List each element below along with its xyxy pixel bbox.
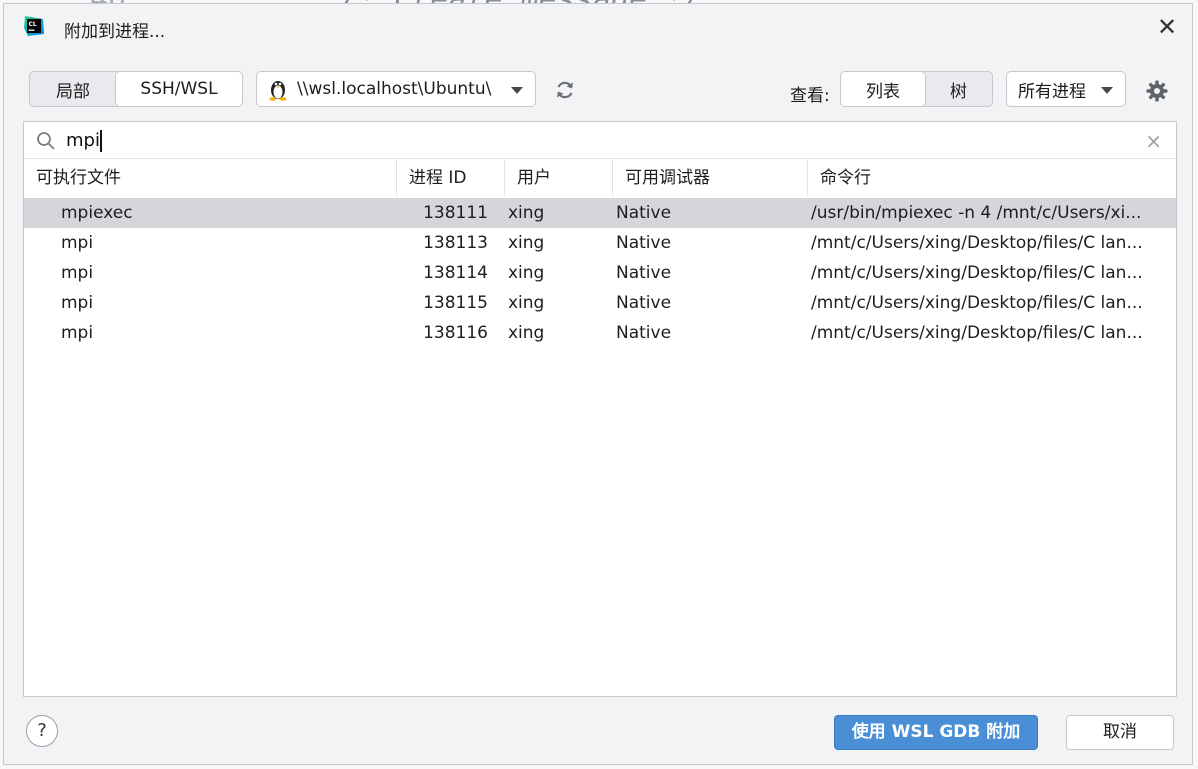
cell-command-line: /mnt/c/Users/xing/Desktop/files/C lan... (811, 263, 1143, 283)
cell-pid: 138114 (423, 263, 488, 283)
source-option-local[interactable]: 局部 (30, 72, 116, 106)
view-option-tree[interactable]: 树 (925, 72, 992, 106)
process-panel: × 可执行文件 进程 ID 用户 可用调试器 命令行 mpiexec 138111… (23, 121, 1177, 697)
table-row[interactable]: mpi 138113 xing Native/mnt/c/Users/xing/Des… (24, 228, 1176, 258)
table-header: 可执行文件 进程 ID 用户 可用调试器 命令行 (24, 160, 1176, 196)
cell-command-line: /usr/bin/mpiexec -n 4 /mnt/c/Users/xi... (811, 203, 1142, 223)
cancel-button[interactable]: 取消 (1066, 715, 1174, 750)
title-bar: CL 附加到进程... ✕ (4, 4, 1192, 52)
cell-user: xing (508, 203, 545, 223)
close-icon: ✕ (1156, 13, 1178, 41)
source-toggle: 局部 SSH/WSL (29, 71, 243, 107)
cell-command-line: /mnt/c/Users/xing/Desktop/files/C lan... (811, 293, 1143, 313)
cell-pid: 138116 (423, 323, 488, 343)
table-row[interactable]: mpi 138114 xing Native/mnt/c/Users/xing/Des… (24, 258, 1176, 288)
view-option-list[interactable]: 列表 (841, 72, 926, 106)
dialog-title: 附加到进程... (64, 22, 166, 42)
column-header-debugger[interactable]: 可用调试器 (612, 160, 807, 196)
host-value: \\wsl.localhost\Ubuntu\ (297, 79, 492, 99)
cell-user: xing (508, 263, 545, 283)
cell-command-line: /mnt/c/Users/xing/Desktop/files/C lan... (811, 233, 1143, 253)
cell-executable: mpi (61, 323, 94, 343)
cell-executable: mpiexec (61, 203, 133, 223)
search-bar: × (24, 122, 1176, 159)
help-icon: ? (37, 720, 47, 741)
column-header-executable[interactable]: 可执行文件 (24, 160, 396, 196)
column-header-pid[interactable]: 进程 ID (396, 160, 504, 196)
cell-debugger: Native (616, 293, 672, 313)
clion-app-icon: CL (24, 16, 44, 36)
cell-executable: mpi (61, 263, 94, 283)
cell-user: xing (508, 323, 545, 343)
cell-command-line: /mnt/c/Users/xing/Desktop/files/C lan... (811, 323, 1143, 343)
cell-debugger: Native (616, 323, 672, 343)
cell-debugger: Native (616, 263, 672, 283)
svg-text:CL: CL (29, 21, 37, 28)
cell-user: xing (508, 293, 545, 313)
column-header-command-line[interactable]: 命令行 (807, 160, 1177, 196)
chevron-down-icon (511, 87, 523, 94)
chevron-down-icon (1101, 87, 1113, 94)
cell-debugger: Native (616, 203, 672, 223)
table-row[interactable]: mpiexec 138111 xing Native/usr/bin/mpiexec … (24, 198, 1176, 228)
cell-pid: 138111 (423, 203, 488, 223)
process-filter-value: 所有进程 (1018, 81, 1086, 102)
search-icon (37, 132, 55, 150)
search-input[interactable] (66, 126, 1126, 154)
attach-to-process-dialog: CL 附加到进程... ✕ 局部 SSH/WSL \\wsl.localhost… (3, 3, 1193, 765)
gear-icon[interactable] (1145, 79, 1169, 103)
table-row[interactable]: mpi 138116 xing Native/mnt/c/Users/xing/Des… (24, 318, 1176, 348)
refresh-icon[interactable] (554, 79, 576, 101)
view-toggle: 列表 树 (840, 71, 993, 107)
host-select[interactable]: \\wsl.localhost\Ubuntu\ (256, 71, 536, 107)
process-filter-select[interactable]: 所有进程 (1006, 71, 1126, 107)
cell-executable: mpi (61, 293, 94, 313)
linux-icon (269, 81, 287, 101)
source-option-ssh-wsl[interactable]: SSH/WSL (115, 72, 242, 106)
text-cursor (100, 130, 102, 152)
table-row[interactable]: mpi 138115 xing Native/mnt/c/Users/xing/Des… (24, 288, 1176, 318)
clear-search-icon[interactable]: × (1145, 129, 1162, 153)
help-button[interactable]: ? (26, 715, 58, 747)
cell-debugger: Native (616, 233, 672, 253)
attach-button[interactable]: 使用 WSL GDB 附加 (834, 715, 1038, 750)
cell-pid: 138115 (423, 293, 488, 313)
cell-user: xing (508, 233, 545, 253)
close-button[interactable]: ✕ (1154, 14, 1180, 40)
cell-pid: 138113 (423, 233, 488, 253)
column-header-user[interactable]: 用户 (504, 160, 612, 196)
view-label: 查看: (790, 86, 830, 106)
cell-executable: mpi (61, 233, 94, 253)
